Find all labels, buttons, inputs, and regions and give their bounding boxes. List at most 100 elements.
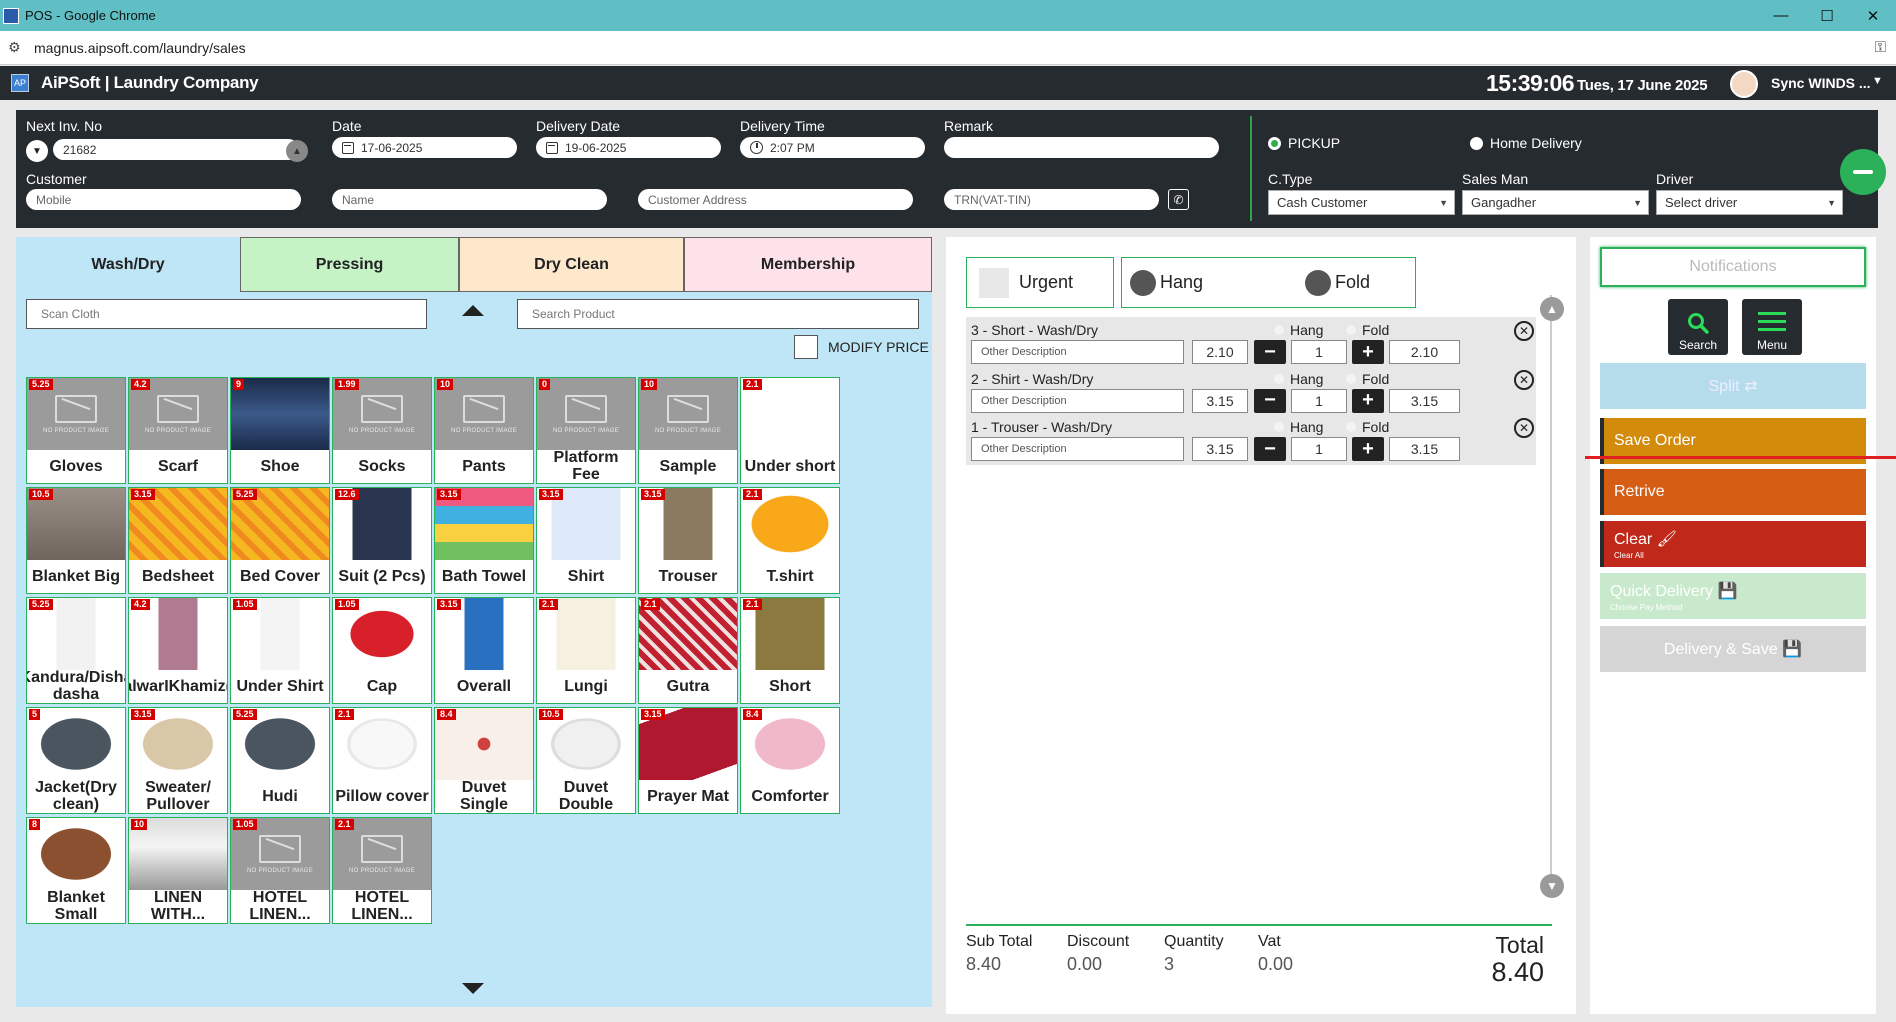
product-tile[interactable]: 4.2 ShalwarIKhamiz(2... [128,597,228,704]
product-tile[interactable]: NO PRODUCT IMAGE 10 Sample [638,377,738,484]
product-tile[interactable]: 3.15 Trouser [638,487,738,594]
product-tile[interactable]: NO PRODUCT IMAGE 10 Pants [434,377,534,484]
date-input[interactable]: 17-06-2025 [332,137,517,158]
site-info-icon[interactable]: ⚙ [8,39,24,56]
remove-item-icon[interactable]: ✕ [1514,369,1534,390]
product-tile[interactable]: NO PRODUCT IMAGE 1.05 HOTEL LINEN... [230,817,330,924]
minimize-icon[interactable]: — [1758,0,1804,31]
close-icon[interactable]: ✕ [1850,0,1896,31]
product-tile[interactable]: 5 Jacket(Dry clean) [26,707,126,814]
salesman-select[interactable]: Gangadher ▼ [1462,190,1649,215]
product-tile[interactable]: 8.4 Comforter [740,707,840,814]
product-tile[interactable]: NO PRODUCT IMAGE 5.25 Gloves [26,377,126,484]
product-tile[interactable]: 12.6 Suit (2 Pcs) [332,487,432,594]
name-input[interactable]: Name [332,189,607,210]
item-price-input[interactable]: 3.15 [1192,388,1248,413]
user-name[interactable]: Sync WINDS ... [1771,75,1871,91]
decrease-qty-button[interactable]: − [1254,388,1286,413]
tab-dry-clean[interactable]: Dry Clean [459,237,684,292]
other-description-input[interactable]: Other Description [971,437,1184,461]
qty-input[interactable]: 1 [1291,340,1347,364]
product-tile[interactable]: 3.15 Overall [434,597,534,704]
remove-item-icon[interactable]: ✕ [1514,418,1534,438]
decrease-qty-button[interactable]: − [1254,437,1286,461]
fold-radio[interactable]: Fold [1346,419,1389,435]
scroll-down-icon[interactable]: ▼ [1540,874,1564,898]
product-tile[interactable]: NO PRODUCT IMAGE 2.1 HOTEL LINEN... [332,817,432,924]
product-tile[interactable]: 8 Blanket Small [26,817,126,924]
order-scrollbar[interactable] [1550,295,1552,875]
product-tile[interactable]: 2.1 Under short [740,377,840,484]
product-tile[interactable]: 10.5 Blanket Big [26,487,126,594]
split-button[interactable]: Split ⇄ [1600,363,1866,409]
product-tile[interactable]: 5.25 Hudi [230,707,330,814]
product-tile[interactable]: 10.5 Duvet Double [536,707,636,814]
product-tile[interactable]: 9 Shoe [230,377,330,484]
product-tile[interactable]: NO PRODUCT IMAGE 0 Platform Fee [536,377,636,484]
driver-select[interactable]: Select driver ▼ [1656,190,1843,215]
mobile-input[interactable]: Mobile [26,189,301,210]
chevron-up-icon[interactable]: ▲ [286,140,308,162]
product-tile[interactable]: 3.15 Sweater/ Pullover [128,707,228,814]
url-text[interactable]: magnus.aipsoft.com/laundry/sales [34,40,246,56]
decrease-qty-button[interactable]: − [1254,340,1286,364]
user-avatar[interactable] [1730,70,1758,98]
fold-option[interactable]: Fold [1335,272,1370,293]
clear-button[interactable]: Clear 🖌 Clear All [1600,521,1866,567]
product-tile[interactable]: 2.1 Lungi [536,597,636,704]
product-tile[interactable]: 3.15 Bath Towel [434,487,534,594]
fold-radio[interactable]: Fold [1346,371,1389,387]
product-tile[interactable]: 5.25 Kandura/Disha dasha [26,597,126,704]
qty-input[interactable]: 1 [1291,437,1347,461]
increase-qty-button[interactable]: + [1352,340,1384,364]
modify-price-checkbox[interactable] [794,335,818,359]
scroll-up-icon[interactable]: ▲ [1540,297,1564,321]
product-tile[interactable]: 3.15 Shirt [536,487,636,594]
delivery-date-input[interactable]: 19-06-2025 [536,137,721,158]
hang-radio[interactable]: Hang [1274,371,1323,387]
product-tile[interactable]: 5.25 Bed Cover [230,487,330,594]
qty-input[interactable]: 1 [1291,388,1347,413]
scroll-up-icon[interactable] [462,305,484,316]
product-tile[interactable]: 1.05 Under Shirt [230,597,330,704]
password-key-icon[interactable]: ⚿ [1875,39,1886,56]
product-tile[interactable]: 3.15 Prayer Mat [638,707,738,814]
trn-input[interactable]: TRN(VAT-TIN) [944,189,1159,210]
product-tile[interactable]: 2.1 Gutra [638,597,738,704]
scroll-down-icon[interactable] [462,983,484,994]
scan-cloth-input[interactable]: Scan Cloth [26,299,427,329]
tab-wash-dry[interactable]: Wash/Dry [16,237,240,292]
menu-button[interactable]: Menu [1742,299,1802,355]
remove-item-icon[interactable]: ✕ [1514,321,1534,341]
delivery-save-button[interactable]: Delivery & Save 💾 [1600,626,1866,672]
item-price-input[interactable]: 2.10 [1192,340,1248,364]
maximize-icon[interactable]: ☐ [1804,0,1850,31]
fold-radio-icon[interactable] [1305,269,1332,296]
increase-qty-button[interactable]: + [1352,437,1384,461]
tab-pressing[interactable]: Pressing [240,237,459,292]
product-tile[interactable]: 8.4 Duvet Single [434,707,534,814]
customer-address-input[interactable]: Customer Address [638,189,913,210]
notifications-box[interactable]: Notifications [1600,247,1866,287]
user-menu-caret-icon[interactable]: ▼ [1872,75,1883,87]
chevron-down-icon[interactable]: ▼ [26,140,48,162]
collapse-minus-icon[interactable] [1840,149,1886,195]
urgent-button[interactable]: Urgent [966,257,1114,308]
fold-radio[interactable]: Fold [1346,322,1389,338]
product-tile[interactable]: NO PRODUCT IMAGE 1.99 Socks [332,377,432,484]
retrive-button[interactable]: Retrive [1600,469,1866,515]
product-tile[interactable]: 10 LINEN WITH... [128,817,228,924]
search-product-input[interactable]: Search Product [517,299,919,329]
delivery-time-input[interactable]: 2:07 PM [740,137,925,158]
ctype-select[interactable]: Cash Customer ▼ [1268,190,1455,215]
item-price-input[interactable]: 3.15 [1192,437,1248,461]
product-tile[interactable]: 3.15 Bedsheet [128,487,228,594]
other-description-input[interactable]: Other Description [971,388,1184,413]
remark-input[interactable] [944,137,1219,158]
hang-option[interactable]: Hang [1160,272,1203,293]
pickup-radio[interactable]: PICKUP [1268,135,1340,151]
hang-radio[interactable]: Hang [1274,322,1323,338]
product-tile[interactable]: 1.05 Cap [332,597,432,704]
home-delivery-radio[interactable]: Home Delivery [1470,135,1582,151]
hang-radio[interactable]: Hang [1274,419,1323,435]
